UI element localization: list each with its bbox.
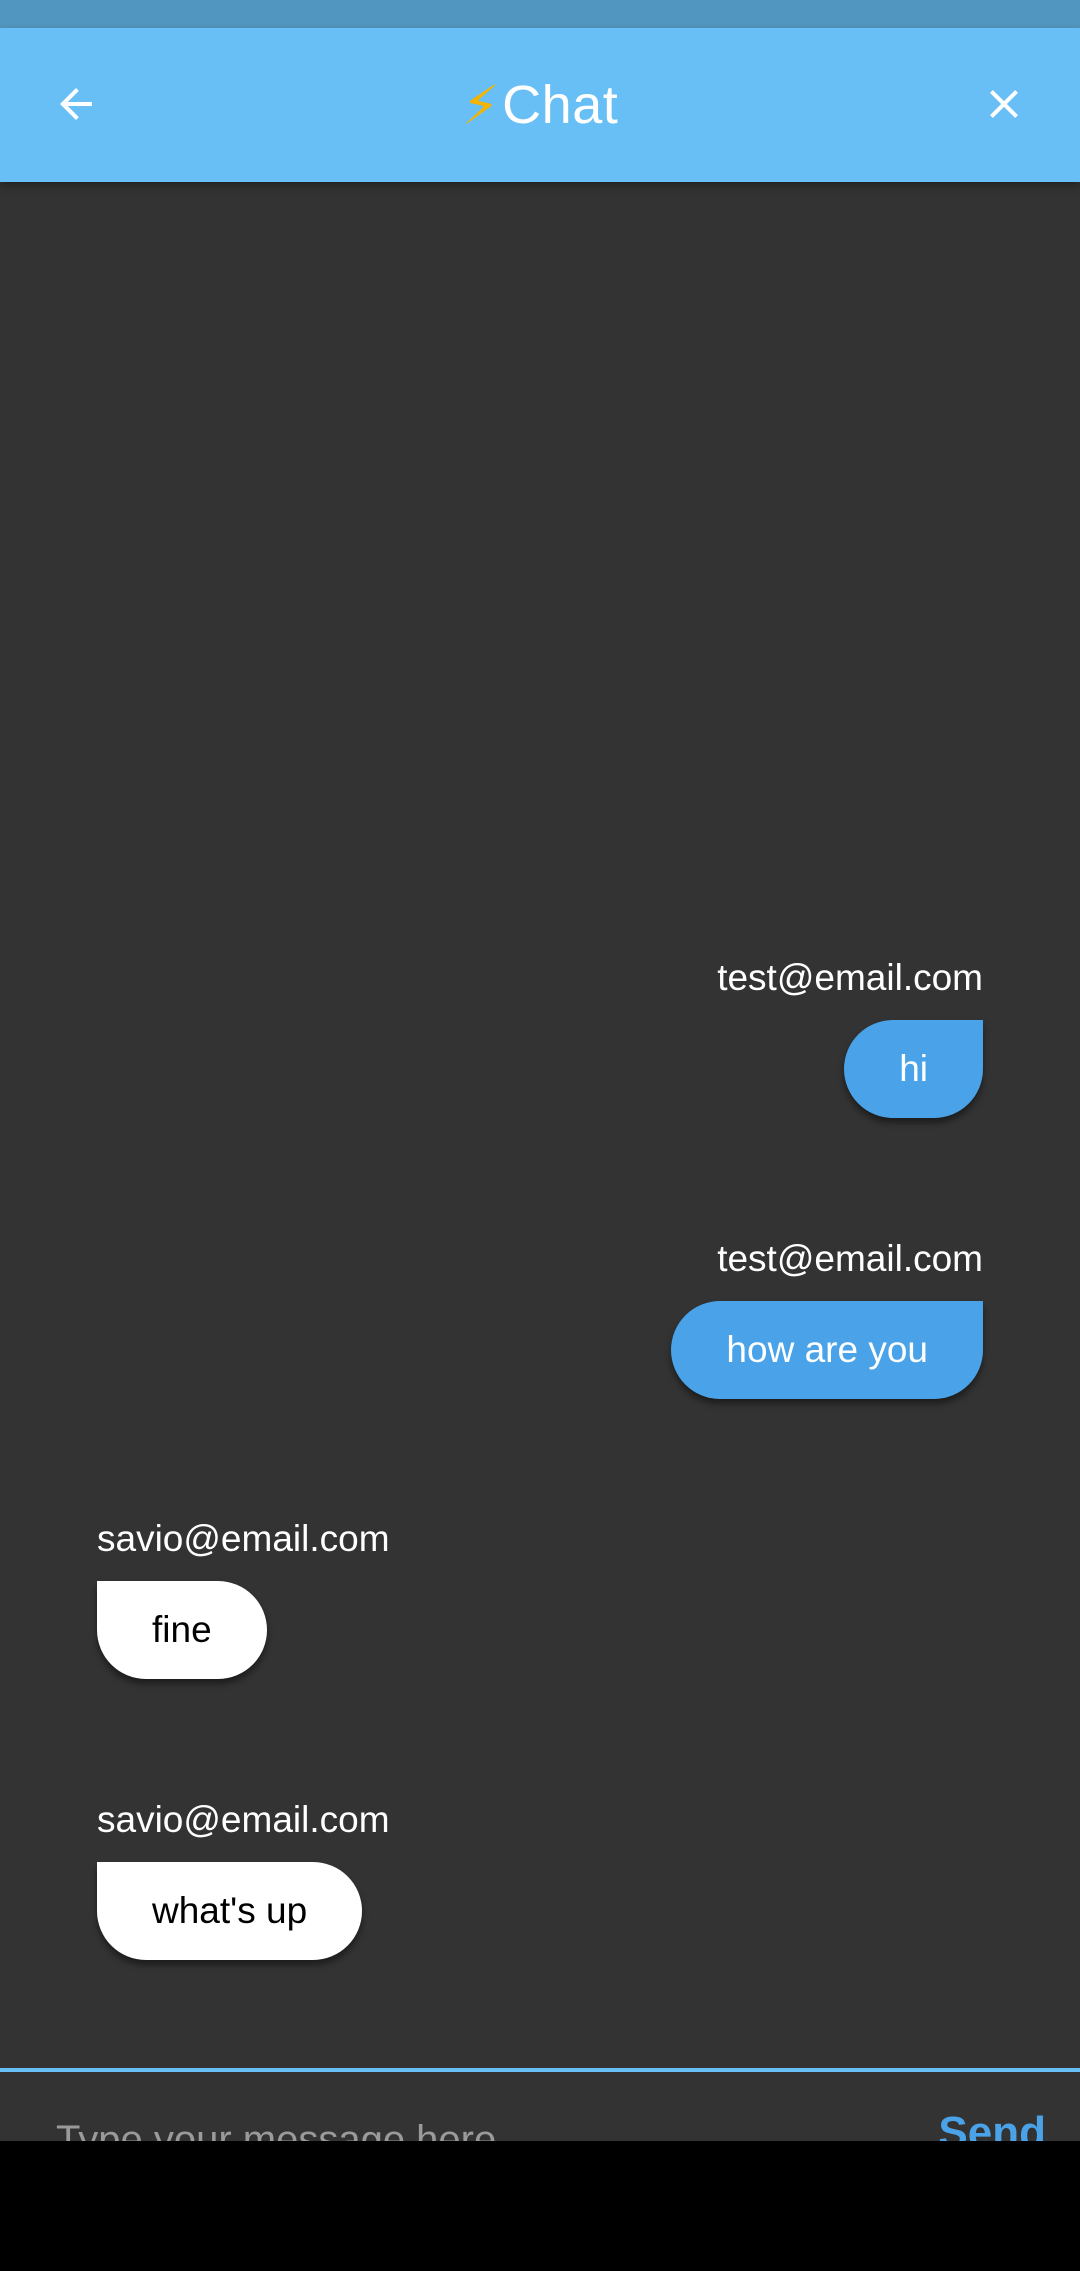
message-list[interactable]: test@email.com hi test@email.com how are… [0, 182, 1080, 2070]
close-button[interactable] [970, 72, 1038, 140]
message-sender: savio@email.com [97, 1518, 390, 1559]
app-bar: ⚡ Chat [0, 28, 1080, 182]
message-sender: test@email.com [717, 957, 983, 998]
message-bubble: hi [844, 1020, 983, 1118]
message-sender: savio@email.com [97, 1799, 390, 1840]
message-bubble: how are you [671, 1301, 983, 1399]
system-navigation-bar [0, 2141, 1080, 2271]
message-input[interactable] [56, 2110, 876, 2145]
message-item: test@email.com hi [717, 956, 983, 1118]
page-title: ⚡ Chat [0, 28, 1080, 182]
close-icon [980, 80, 1028, 133]
status-bar [0, 0, 1080, 28]
message-sender: test@email.com [717, 1238, 983, 1279]
message-composer: Send [0, 2068, 1080, 2145]
message-item: test@email.com how are you [671, 1237, 983, 1399]
send-button[interactable]: Send [938, 2108, 1046, 2145]
page-title-text: Chat [502, 75, 619, 135]
message-item: savio@email.com fine [97, 1517, 390, 1679]
lightning-bolt-icon: ⚡ [461, 75, 501, 136]
message-bubble: what's up [97, 1862, 363, 1960]
message-item: savio@email.com what's up [97, 1798, 390, 1960]
message-bubble: fine [97, 1581, 267, 1679]
